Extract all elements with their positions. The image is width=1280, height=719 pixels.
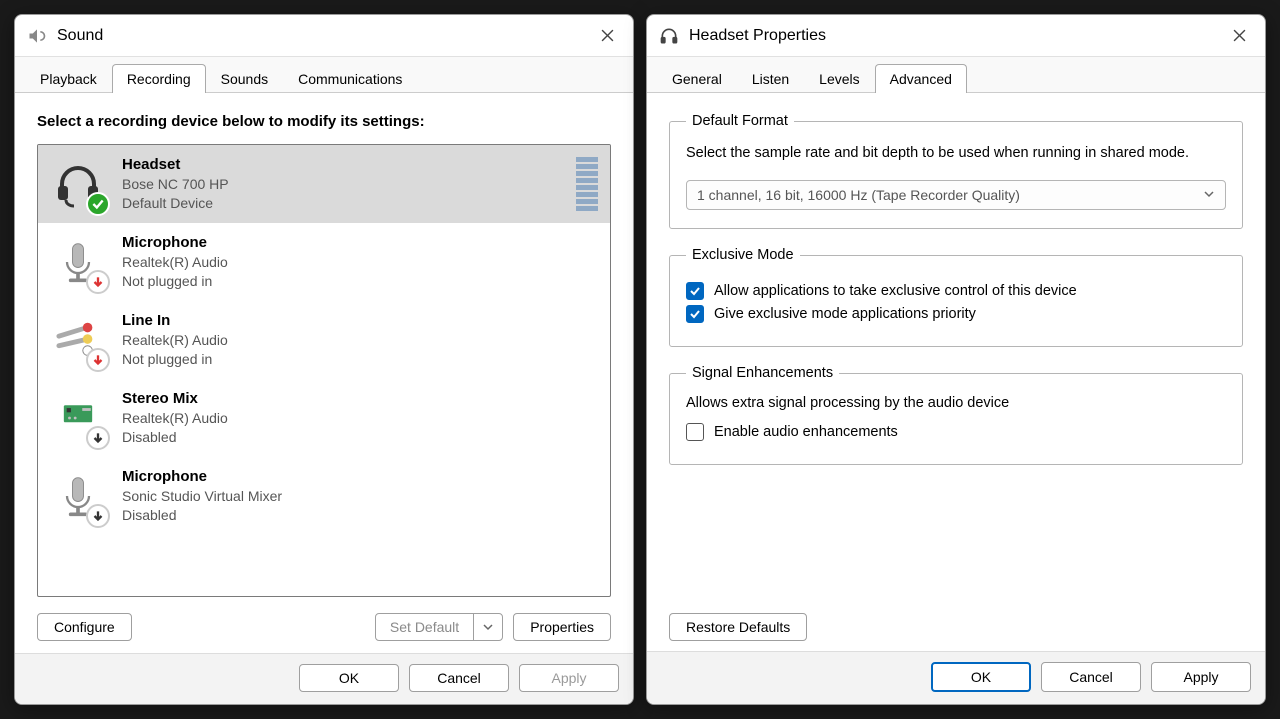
signal-enhancements-group: Signal Enhancements Allows extra signal … [669,365,1243,465]
configure-button[interactable]: Configure [37,613,132,641]
tab-general[interactable]: General [657,64,737,93]
sound-window: Sound PlaybackRecordingSoundsCommunicati… [14,14,634,705]
device-text: Line InRealtek(R) AudioNot plugged in [122,311,598,369]
default-format-desc: Select the sample rate and bit depth to … [686,143,1226,164]
recording-button-row: Configure Set Default Properties [37,597,611,653]
device-status: Disabled [122,428,598,447]
properties-tabs: GeneralListenLevelsAdvanced [647,57,1265,93]
device-text: HeadsetBose NC 700 HPDefault Device [122,155,560,213]
device-row[interactable]: Line InRealtek(R) AudioNot plugged in [38,301,610,379]
sound-dialog-buttons: OK Cancel Apply [15,653,633,704]
device-icon [50,390,106,446]
level-meter [576,157,598,211]
properties-button[interactable]: Properties [513,613,611,641]
device-name: Headset [122,155,560,175]
tab-communications[interactable]: Communications [283,64,417,93]
exclusive-control-label: Allow applications to take exclusive con… [714,283,1077,299]
format-select-value: 1 channel, 16 bit, 16000 Hz (Tape Record… [697,187,1020,203]
sound-apply-button[interactable]: Apply [519,664,619,692]
set-default-button[interactable]: Set Default [376,614,473,640]
device-status: Not plugged in [122,272,598,291]
signal-desc: Allows extra signal processing by the au… [686,395,1226,411]
device-status: Disabled [122,506,598,525]
properties-titlebar: Headset Properties [647,15,1265,57]
status-badge-icon [86,348,110,372]
enable-enhancements-label: Enable audio enhancements [714,424,898,440]
device-text: MicrophoneRealtek(R) AudioNot plugged in [122,233,598,291]
device-subtitle: Realtek(R) Audio [122,409,598,428]
exclusive-priority-row: Give exclusive mode applications priorit… [686,305,1226,323]
tab-recording[interactable]: Recording [112,64,206,93]
properties-cancel-button[interactable]: Cancel [1041,662,1141,692]
device-icon [50,156,106,212]
sound-cancel-button[interactable]: Cancel [409,664,509,692]
device-icon [50,234,106,290]
device-list[interactable]: HeadsetBose NC 700 HPDefault Device Micro… [37,144,611,597]
tab-playback[interactable]: Playback [25,64,112,93]
tab-levels[interactable]: Levels [804,64,874,93]
status-badge-icon [86,192,110,216]
advanced-pane: Default Format Select the sample rate an… [647,93,1265,651]
chevron-down-icon [1203,187,1215,203]
properties-window: Headset Properties GeneralListenLevelsAd… [646,14,1266,705]
device-subtitle: Realtek(R) Audio [122,253,598,272]
headset-icon [659,26,679,46]
enable-enhancements-checkbox[interactable] [686,423,704,441]
device-row[interactable]: HeadsetBose NC 700 HPDefault Device [38,145,610,223]
device-row[interactable]: MicrophoneRealtek(R) AudioNot plugged in [38,223,610,301]
format-select[interactable]: 1 channel, 16 bit, 16000 Hz (Tape Record… [686,180,1226,210]
exclusive-mode-legend: Exclusive Mode [686,247,800,263]
device-status: Not plugged in [122,350,598,369]
default-format-group: Default Format Select the sample rate an… [669,113,1243,229]
recording-pane: Select a recording device below to modif… [15,93,633,653]
device-subtitle: Realtek(R) Audio [122,331,598,350]
device-name: Microphone [122,233,598,253]
device-name: Microphone [122,467,598,487]
status-badge-icon [86,504,110,528]
restore-defaults-button[interactable]: Restore Defaults [669,613,807,641]
tab-advanced[interactable]: Advanced [875,64,967,93]
exclusive-priority-label: Give exclusive mode applications priorit… [714,306,976,322]
exclusive-control-row: Allow applications to take exclusive con… [686,282,1226,300]
properties-dialog-buttons: OK Cancel Apply [647,651,1265,704]
sound-close-button[interactable] [595,24,619,48]
sound-ok-button[interactable]: OK [299,664,399,692]
status-badge-icon [86,426,110,450]
sound-titlebar: Sound [15,15,633,57]
restore-row: Restore Defaults [669,613,1243,651]
properties-apply-button[interactable]: Apply [1151,662,1251,692]
tab-listen[interactable]: Listen [737,64,804,93]
device-row[interactable]: Stereo MixRealtek(R) AudioDisabled [38,379,610,457]
properties-title: Headset Properties [689,27,1217,45]
sound-title: Sound [57,27,585,45]
status-badge-icon [86,270,110,294]
signal-enhancements-legend: Signal Enhancements [686,365,839,381]
device-icon [50,312,106,368]
device-status: Default Device [122,194,560,213]
device-name: Line In [122,311,598,331]
default-format-legend: Default Format [686,113,794,129]
set-default-split-button[interactable]: Set Default [375,613,503,641]
exclusive-priority-checkbox[interactable] [686,305,704,323]
exclusive-mode-group: Exclusive Mode Allow applications to tak… [669,247,1243,347]
properties-close-button[interactable] [1227,24,1251,48]
device-subtitle: Bose NC 700 HP [122,175,560,194]
sound-tabs: PlaybackRecordingSoundsCommunications [15,57,633,93]
exclusive-control-checkbox[interactable] [686,282,704,300]
device-text: Stereo MixRealtek(R) AudioDisabled [122,389,598,447]
device-text: MicrophoneSonic Studio Virtual MixerDisa… [122,467,598,525]
speaker-icon [27,26,47,46]
properties-ok-button[interactable]: OK [931,662,1031,692]
set-default-dropdown[interactable] [473,614,502,640]
device-row[interactable]: MicrophoneSonic Studio Virtual MixerDisa… [38,457,610,535]
tab-sounds[interactable]: Sounds [206,64,283,93]
enable-enhancements-row: Enable audio enhancements [686,423,1226,441]
device-icon [50,468,106,524]
device-name: Stereo Mix [122,389,598,409]
recording-instruction: Select a recording device below to modif… [37,113,611,130]
device-subtitle: Sonic Studio Virtual Mixer [122,487,598,506]
